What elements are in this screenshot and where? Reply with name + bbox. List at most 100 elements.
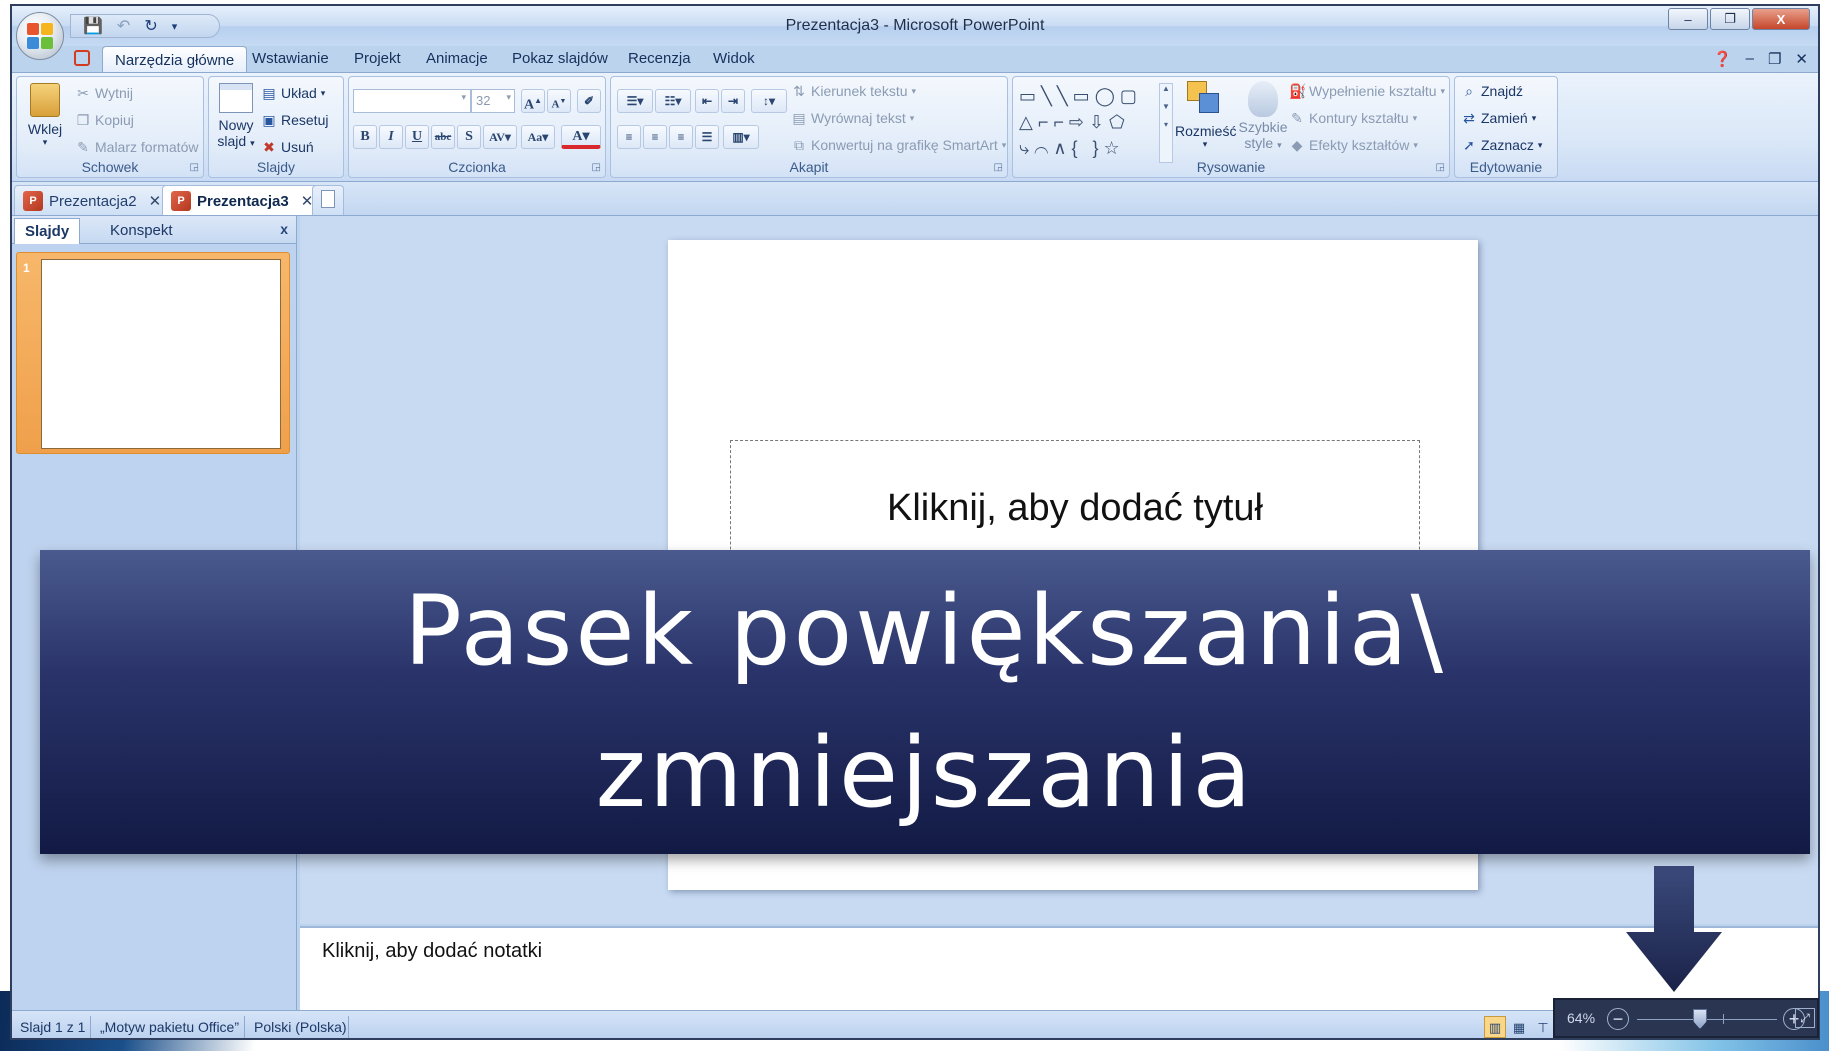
restore-button[interactable]: ❐: [1710, 8, 1750, 30]
underline-button[interactable]: U: [405, 125, 429, 149]
align-right-button[interactable]: ≡: [669, 125, 693, 149]
italic-button[interactable]: I: [379, 125, 403, 149]
shrink-font-button[interactable]: A▼: [547, 89, 571, 113]
close-button[interactable]: X: [1752, 8, 1810, 30]
quick-styles-button[interactable]: Szybkie style ▾: [1237, 81, 1289, 151]
customize-qat-icon[interactable]: ▾: [172, 20, 178, 33]
cursor-icon: ➚: [1463, 137, 1475, 153]
close-tab-icon[interactable]: ✕: [149, 193, 162, 210]
new-document-icon: [321, 190, 335, 208]
zoom-slider-center-tick: [1723, 1014, 1724, 1024]
tab-design[interactable]: Projekt: [354, 50, 401, 67]
zoom-slider-track[interactable]: [1637, 1019, 1777, 1020]
bold-button[interactable]: B: [353, 125, 377, 149]
ribbon-restore-icon[interactable]: ❐: [1768, 50, 1781, 68]
ppt-options-icon[interactable]: [74, 50, 90, 70]
group-label-drawing: Rysowanie: [1196, 159, 1266, 175]
status-slide-info: Slajd 1 z 1: [20, 1019, 86, 1035]
align-left-button[interactable]: ≡: [617, 125, 641, 149]
replace-button[interactable]: ⇄ Zamień ▾: [1461, 110, 1536, 126]
shape-effects-button[interactable]: ◆ Efekty kształtów ▾: [1289, 137, 1418, 153]
justify-button[interactable]: ☰: [695, 125, 719, 149]
doc-tab-prezentacja2[interactable]: P Prezentacja2 ✕: [14, 185, 173, 215]
font-launcher-icon[interactable]: ◲: [592, 162, 601, 173]
fit-to-window-icon[interactable]: ⤢: [1795, 1008, 1815, 1028]
drawing-launcher-icon[interactable]: ◲: [1436, 162, 1445, 173]
tab-slides[interactable]: Slajdy: [14, 218, 81, 244]
window-title: Prezentacja3 - Microsoft PowerPoint: [785, 17, 1045, 34]
normal-view-icon[interactable]: ▥: [1484, 1016, 1506, 1038]
overlay-banner-text: Pasek powiększania\ zmniejszania: [404, 560, 1446, 844]
tab-view[interactable]: Widok: [713, 50, 755, 67]
dialog-launcher-icon[interactable]: ◲: [190, 162, 199, 173]
arrange-button[interactable]: Rozmieść ▾: [1175, 81, 1236, 150]
bullets-button[interactable]: ☰▾: [617, 89, 653, 113]
line-spacing-button[interactable]: ↕▾: [751, 89, 787, 113]
quick-styles-label-line2: style ▾: [1244, 135, 1282, 151]
help-icon[interactable]: ❓: [1713, 50, 1732, 68]
redo-icon[interactable]: ↻: [144, 16, 157, 36]
paste-button[interactable]: Wklej ▾: [25, 83, 65, 148]
save-icon[interactable]: 💾: [83, 16, 103, 36]
change-case-button[interactable]: Aa▾: [521, 125, 555, 149]
increase-indent-button[interactable]: ⇥: [721, 89, 745, 113]
font-name-field[interactable]: ▾: [353, 89, 471, 113]
align-text-button[interactable]: ▤ Wyrównaj tekst ▾: [791, 110, 914, 126]
quick-access-toolbar: 💾 ↶ ↻ ▾: [70, 14, 220, 38]
tab-review[interactable]: Recenzja: [628, 50, 691, 67]
grow-font-button[interactable]: A▲: [521, 89, 545, 113]
zoom-percent[interactable]: 64%: [1567, 1010, 1595, 1026]
shadow-button[interactable]: S: [457, 125, 481, 149]
paste-dropdown-icon: ▾: [42, 137, 48, 147]
office-button[interactable]: [16, 12, 64, 60]
align-center-button[interactable]: ≡: [643, 125, 667, 149]
tab-insert[interactable]: Wstawianie: [252, 50, 329, 67]
shape-outline-button[interactable]: ✎ Kontury kształtu ▾: [1289, 110, 1417, 126]
new-slide-button[interactable]: Nowy slajd ▾: [213, 83, 259, 149]
copy-button[interactable]: ❐ Kopiuj: [75, 112, 134, 128]
shapes-gallery[interactable]: ▭╲╲▭◯▢ △⌐⌐⇨⇩⬠ ⤷⌒∧{ }☆: [1019, 83, 1169, 163]
select-button[interactable]: ➚ Zaznacz ▾: [1461, 137, 1542, 153]
delete-slide-button[interactable]: ✖ Usuń: [261, 139, 314, 155]
columns-button[interactable]: ▥▾: [723, 125, 759, 149]
zoom-slider-thumb[interactable]: [1693, 1009, 1707, 1029]
shapes-scroll[interactable]: ▲ ▼ ▾: [1159, 83, 1173, 163]
font-color-button[interactable]: A▾: [561, 125, 601, 149]
pane-close-icon[interactable]: x: [280, 221, 288, 237]
cut-button[interactable]: ✂ Wytnij: [75, 85, 133, 101]
minimize-button[interactable]: –: [1668, 8, 1708, 30]
tab-animations[interactable]: Animacje: [426, 50, 488, 67]
tab-home[interactable]: Narzędzia główne: [102, 46, 248, 73]
quick-styles-label-line1: Szybkie: [1238, 119, 1288, 135]
ribbon-close-icon[interactable]: ✕: [1795, 50, 1808, 68]
text-direction-button[interactable]: ⇅ Kierunek tekstu ▾: [791, 83, 916, 99]
layout-button[interactable]: ▤ Układ ▾: [261, 85, 325, 101]
tab-slide-show[interactable]: Pokaz slajdów: [512, 50, 608, 67]
notes-placeholder: Kliknij, aby dodać notatki: [322, 940, 543, 962]
convert-smartart-button[interactable]: ⧉ Konwertuj na grafikę SmartArt ▾: [791, 137, 1006, 153]
reset-button[interactable]: ▣ Resetuj: [261, 112, 328, 128]
slide-thumbnail-selected[interactable]: 1: [16, 252, 290, 454]
find-button[interactable]: ⌕ Znajdź: [1461, 83, 1523, 99]
status-language[interactable]: Polski (Polska): [254, 1019, 347, 1035]
char-spacing-button[interactable]: AV▾: [483, 125, 517, 149]
decrease-indent-button[interactable]: ⇤: [695, 89, 719, 113]
ribbon-minimize-icon[interactable]: –: [1746, 50, 1754, 68]
undo-icon[interactable]: ↶: [117, 16, 130, 36]
numbering-button[interactable]: ☷▾: [655, 89, 691, 113]
format-painter-button[interactable]: ✎ Malarz formatów: [75, 139, 198, 155]
powerpoint-file-icon: P: [171, 191, 191, 211]
document-tabs: P Prezentacja2 ✕ P Prezentacja3 ✕: [12, 182, 1818, 216]
paragraph-launcher-icon[interactable]: ◲: [994, 162, 1003, 173]
zoom-out-icon[interactable]: −: [1607, 1008, 1629, 1030]
clear-formatting-button[interactable]: ✐: [577, 89, 601, 113]
tab-outline[interactable]: Konspekt: [100, 218, 183, 244]
new-tab-button[interactable]: [312, 185, 344, 215]
shape-fill-button[interactable]: ⛽ Wypełnienie kształtu ▾: [1289, 83, 1445, 99]
slide-sorter-icon[interactable]: ▦: [1508, 1016, 1530, 1038]
doc-tab-prezentacja3[interactable]: P Prezentacja3 ✕: [162, 185, 325, 215]
reset-icon: ▣: [262, 112, 276, 128]
strikethrough-button[interactable]: abc: [431, 125, 455, 149]
slide-show-icon[interactable]: ⊤: [1532, 1016, 1554, 1038]
font-size-field[interactable]: 32 ▾: [471, 89, 515, 113]
